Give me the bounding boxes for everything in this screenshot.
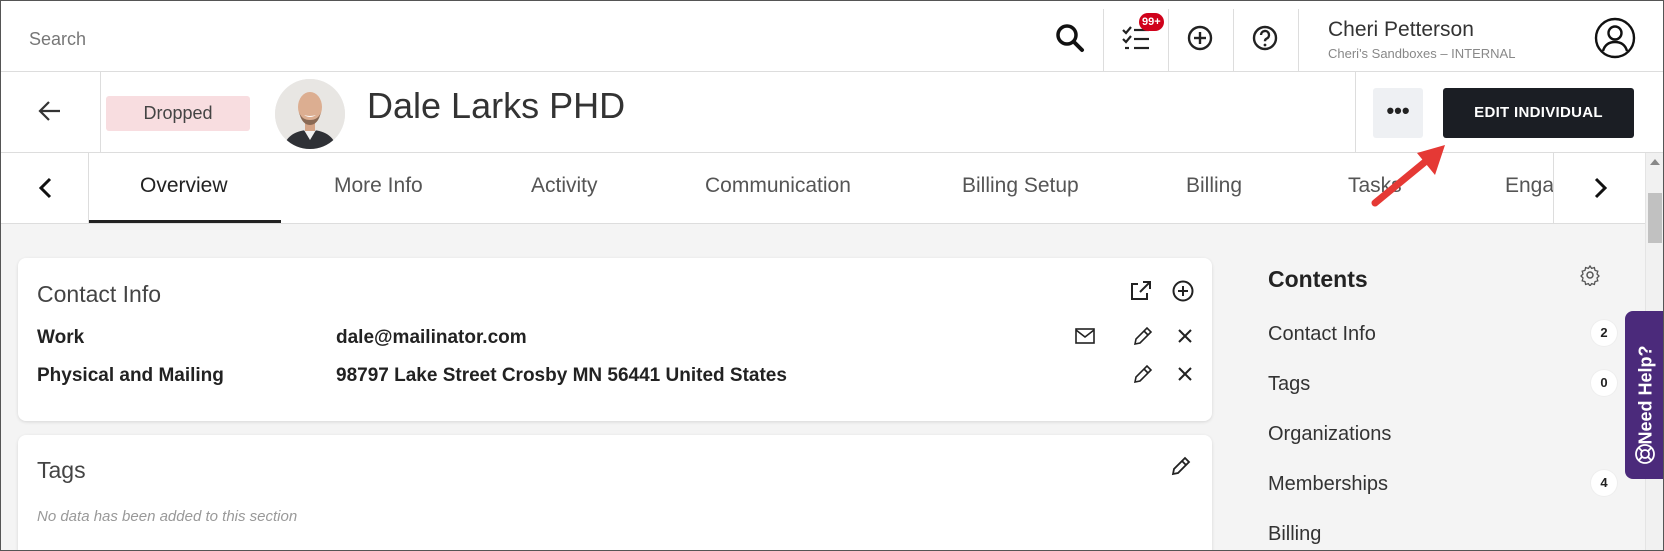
scroll-up-arrow[interactable]	[1650, 159, 1660, 165]
search-icon[interactable]	[1053, 21, 1087, 55]
contents-item-organizations[interactable]: Organizations	[1268, 423, 1391, 446]
annotation-arrow-icon	[1371, 145, 1445, 207]
count-badge: 4	[1591, 470, 1617, 496]
tab-communication[interactable]: Communication	[705, 174, 851, 198]
app-window: Search 99+ Cheri Petterson Cheri's Sandb…	[0, 0, 1664, 551]
tab-billing-setup[interactable]: Billing Setup	[962, 174, 1079, 198]
contents-item-billing[interactable]: Billing	[1268, 523, 1321, 546]
lifebuoy-icon	[1635, 444, 1655, 464]
divider	[1298, 9, 1299, 71]
count-badge: 0	[1591, 370, 1617, 396]
help-icon[interactable]	[1248, 21, 1282, 55]
user-avatar-icon[interactable]	[1594, 17, 1636, 59]
status-badge: Dropped	[106, 96, 250, 131]
tags-card: Tags No data has been added to this sect…	[18, 435, 1212, 550]
contents-item-contact-info[interactable]: Contact Info	[1268, 323, 1376, 346]
back-button[interactable]	[1, 72, 101, 152]
user-name[interactable]: Cheri Petterson	[1328, 18, 1474, 42]
tabs-scroll-right-button[interactable]	[1553, 153, 1645, 223]
tab-engagement[interactable]: Enga	[1505, 174, 1554, 198]
chevron-left-icon	[38, 177, 52, 199]
need-help-tab[interactable]: Need Help?	[1625, 311, 1663, 479]
empty-state-text: No data has been added to this section	[37, 508, 298, 525]
need-help-label: Need Help?	[1635, 345, 1656, 445]
contact-label: Physical and Mailing	[37, 365, 224, 386]
contents-title: Contents	[1268, 266, 1368, 292]
profile-photo	[275, 79, 345, 149]
tabs-scroll-left-button[interactable]	[1, 153, 89, 223]
tab-more-info[interactable]: More Info	[334, 174, 423, 198]
edit-pencil-icon[interactable]	[1131, 362, 1155, 386]
contents-item-memberships[interactable]: Memberships	[1268, 473, 1388, 496]
more-options-button[interactable]: •••	[1373, 88, 1423, 138]
contact-info-card: Contact Info Work dale@mailinator.com Ph…	[18, 258, 1212, 421]
divider	[1168, 9, 1169, 71]
contact-value: dale@mailinator.com	[336, 327, 527, 348]
gear-icon[interactable]	[1579, 264, 1601, 286]
active-tab-indicator	[89, 220, 281, 223]
page-title: Dale Larks PHD	[367, 85, 626, 126]
contact-value: 98797 Lake Street Crosby MN 56441 United…	[336, 365, 787, 386]
edit-pencil-icon[interactable]	[1169, 454, 1193, 478]
tab-activity[interactable]: Activity	[531, 174, 598, 198]
scrollbar-thumb[interactable]	[1648, 193, 1662, 243]
add-circle-icon[interactable]	[1183, 21, 1217, 55]
tab-billing[interactable]: Billing	[1186, 174, 1242, 198]
contents-item-tags[interactable]: Tags	[1268, 373, 1310, 396]
arrow-left-icon	[38, 101, 60, 121]
email-icon[interactable]	[1073, 324, 1097, 348]
chevron-right-icon	[1594, 177, 1608, 199]
user-org: Cheri's Sandboxes – INTERNAL	[1328, 46, 1516, 61]
main-content: Contact Info Work dale@mailinator.com Ph…	[1, 224, 1645, 550]
close-icon[interactable]	[1173, 362, 1197, 386]
top-bar: Search 99+ Cheri Petterson Cheri's Sandb…	[1, 1, 1663, 72]
contact-label: Work	[37, 327, 85, 348]
close-icon[interactable]	[1173, 324, 1197, 348]
card-title: Contact Info	[37, 281, 162, 307]
divider	[1355, 72, 1356, 152]
count-badge: 2	[1591, 320, 1617, 346]
card-title: Tags	[37, 457, 86, 483]
edit-pencil-icon[interactable]	[1131, 324, 1155, 348]
open-external-icon[interactable]	[1129, 279, 1153, 303]
add-circle-icon[interactable]	[1171, 279, 1195, 303]
edit-individual-button[interactable]: EDIT INDIVIDUAL	[1443, 88, 1634, 138]
tab-overview[interactable]: Overview	[140, 174, 228, 198]
divider	[1233, 9, 1234, 71]
notification-badge: 99+	[1139, 13, 1164, 31]
divider	[1103, 9, 1104, 71]
search-input[interactable]: Search	[29, 29, 86, 50]
